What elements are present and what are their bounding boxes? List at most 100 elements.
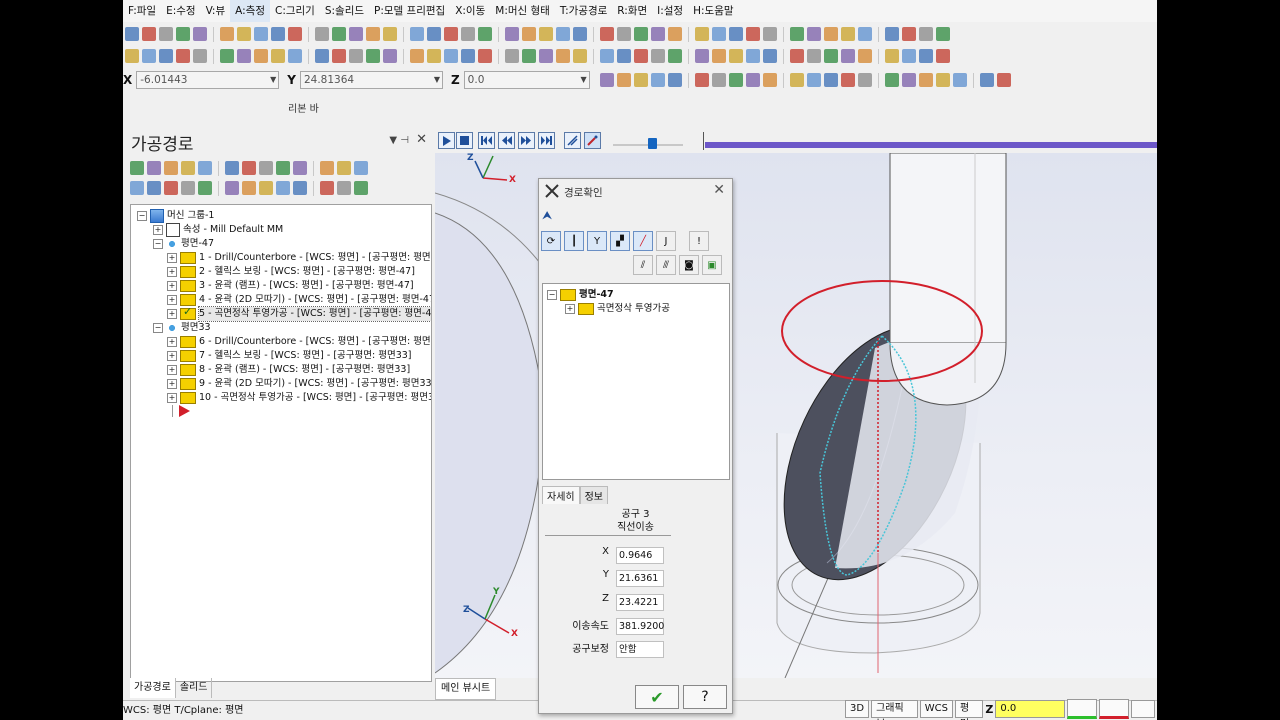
toolbar-tool-icon[interactable] [695,27,709,41]
pin-icon[interactable]: ▼ ⊣ [389,135,409,146]
toolbar-tool-icon[interactable] [410,27,424,41]
tree-row[interactable]: − 평면-47 [153,237,214,251]
toolbar-tool-icon[interactable] [159,49,173,63]
path-trace-icon[interactable] [564,132,581,149]
tree-row[interactable]: +8 - 윤곽 (램프) - [WCS: 평면] - [공구평면: 평면33] [167,363,410,377]
toolbar-tool-icon[interactable] [288,49,302,63]
toolbar-tool-icon[interactable] [979,73,994,87]
tree-row[interactable]: − 평면33 [153,321,211,335]
toolbar-tool-icon[interactable] [225,161,239,175]
menu-item[interactable]: P:모델 프리편집 [369,0,450,22]
expander-icon[interactable]: − [153,239,163,249]
save-icon[interactable]: ▣ [702,255,722,275]
graphic-view-button[interactable]: 그래픽뷰 [871,700,918,720]
toolbar-tool-icon[interactable] [936,27,950,41]
toolbar-tool-icon[interactable] [259,161,273,175]
toolbar-tool-icon[interactable] [633,73,648,87]
expander-icon[interactable]: + [167,379,177,389]
toolbar-tool-icon[interactable] [746,27,760,41]
toolbar-tool-icon[interactable] [444,27,458,41]
toolbar-tool-icon[interactable] [293,161,307,175]
z-coord-input[interactable]: 0.0 ▼ [463,71,590,89]
rewind-start-icon[interactable] [478,132,495,149]
toolbar-tool-icon[interactable] [858,27,872,41]
attributes-icon[interactable] [1131,700,1155,718]
toolbar-tool-icon[interactable] [556,27,570,41]
toolbar-tool-icon[interactable] [332,27,346,41]
toolbar-tool-icon[interactable] [354,181,368,195]
toolbar-tool-icon[interactable] [599,73,614,87]
toolbar-tool-icon[interactable] [651,27,665,41]
toolbar-tool-icon[interactable] [315,27,329,41]
toolbar-tool-icon[interactable] [478,49,492,63]
toolbar-tool-icon[interactable] [444,49,458,63]
view-3d-button[interactable]: 3D [845,700,870,718]
toolbar-tool-icon[interactable] [841,49,855,63]
tree-row[interactable]: +10 - 곡면정삭 투영가공 - [WCS: 평면] - [공구평면: 평면3… [167,391,431,405]
toolbar-tool-icon[interactable] [996,73,1011,87]
chevron-down-icon[interactable]: ▼ [270,72,276,88]
menu-item[interactable]: I:설정 [652,0,688,22]
toolbar-tool-icon[interactable] [522,27,536,41]
toolbar-tool-icon[interactable] [505,27,519,41]
chevron-down-icon[interactable]: ▼ [434,72,440,88]
menu-item[interactable]: E:수정 [161,0,201,22]
toolbar-tool-icon[interactable] [556,49,570,63]
toolbar-tool-icon[interactable] [461,27,475,41]
tree-row[interactable]: − 머신 그룹-1 [137,209,214,223]
toolbar-tool-icon[interactable] [164,161,178,175]
toolbar-tool-icon[interactable] [366,27,380,41]
toolbar-tool-icon[interactable] [651,49,665,63]
close-icon[interactable]: ✕ [713,182,725,198]
toolbar-tool-icon[interactable] [125,49,139,63]
toolbar-tool-icon[interactable] [427,27,441,41]
tab-main-viewsheet[interactable]: 메인 뷰시트 [435,678,497,700]
toolbar-tool-icon[interactable] [181,181,195,195]
toolbar-tool-icon[interactable] [237,27,251,41]
toolbar-tool-icon[interactable] [142,49,156,63]
menu-item[interactable]: F:파일 [123,0,161,22]
tree-row[interactable]: +6 - Drill/Counterbore - [WCS: 평면] - [공구… [167,335,431,349]
toolbar-tool-icon[interactable] [427,49,441,63]
toolbar-tool-icon[interactable] [745,73,760,87]
close-icon[interactable]: ✕ [416,132,427,147]
toolbar-tool-icon[interactable] [857,73,872,87]
rotate-icon[interactable]: ⟳ [541,231,561,251]
toolbar-tool-icon[interactable] [198,161,212,175]
x-coord-input[interactable]: -6.01443 ▼ [136,71,280,89]
toolbar-tool-icon[interactable] [763,49,777,63]
toolbar-tool-icon[interactable] [337,161,351,175]
toolbar-tool-icon[interactable] [668,49,682,63]
stop-icon[interactable] [456,132,473,149]
expander-icon[interactable]: + [167,295,177,305]
step-forward-icon[interactable] [518,132,535,149]
tab-details[interactable]: 자세히 [542,486,580,504]
tool-holder-icon[interactable]: ▞ [610,231,630,251]
menu-item[interactable]: T:가공경로 [555,0,612,22]
tree-row[interactable]: +5 - 곡면정삭 투영가공 - [WCS: 평면] - [공구평면: 평면-4… [167,305,431,322]
toolbar-tool-icon[interactable] [147,161,161,175]
toolbar-tool-icon[interactable] [728,73,743,87]
toolbar-tool-icon[interactable] [276,181,290,195]
menu-item[interactable]: X:이동 [450,0,490,22]
expander-icon[interactable]: + [167,351,177,361]
info-icon[interactable]: ! [689,231,709,251]
toolbar-tool-icon[interactable] [220,49,234,63]
menu-item[interactable]: S:솔리드 [320,0,369,22]
toolbar-tool-icon[interactable] [254,49,268,63]
toolbar-tool-icon[interactable] [885,27,899,41]
menu-item[interactable]: C:그리기 [270,0,320,22]
menu-item[interactable]: A:측정 [230,0,270,22]
tree-row[interactable]: +7 - 헬릭스 보링 - [WCS: 평면] - [공구평면: 평면33] [167,349,412,363]
toolbar-tool-icon[interactable] [315,49,329,63]
toolbar-tool-icon[interactable] [729,49,743,63]
toolbar-tool-icon[interactable] [763,27,777,41]
toolbar-tool-icon[interactable] [332,49,346,63]
toolpath-tree[interactable]: − 머신 그룹-1 + 속성 - Mill Default MM − 평면-47 +1 - … [130,204,432,682]
toolbar-tool-icon[interactable] [634,27,648,41]
collapse-up-icon[interactable]: ⮝ [542,208,552,223]
tool-display-icon[interactable] [584,132,601,149]
step-back-icon[interactable] [498,132,515,149]
tree-row[interactable]: +1 - Drill/Counterbore - [WCS: 평면] - [공구… [167,251,431,265]
tab-toolpaths[interactable]: 가공경로 [130,678,176,698]
